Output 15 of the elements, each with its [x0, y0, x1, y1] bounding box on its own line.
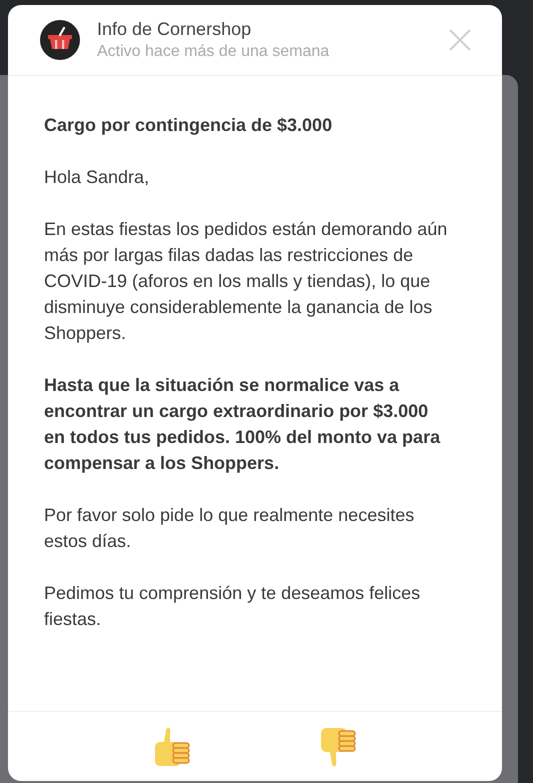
message-paragraph: En estas fiestas los pedidos están demorando aún más por largas filas dadas las restricciones de COVID-19 (aforos en los malls y tiendas), lo que disminuye considerablemente la ganancia de los Shoppers.	[44, 218, 448, 345]
close-icon	[448, 28, 472, 52]
thumbs-up-icon	[153, 726, 191, 768]
thumbs-down-button[interactable]	[319, 726, 357, 768]
chat-title: Info de Cornershop	[97, 19, 252, 40]
message-paragraph: Hola Sandra,	[44, 166, 150, 189]
message-paragraph: Pedimos tu comprensión y te deseamos felices fiestas.	[44, 582, 422, 631]
message-paragraph: Por favor solo pide lo que realmente necesites estos días.	[44, 504, 416, 553]
thumbs-down-icon	[319, 726, 357, 768]
basket-logo-icon	[40, 20, 80, 60]
status-text: Activo hace más de una semana	[97, 43, 330, 61]
close-button[interactable]	[448, 28, 472, 52]
thumbs-up-button[interactable]	[153, 726, 191, 768]
message-heading: Cargo por contingencia de $3.000	[44, 114, 334, 137]
message-paragraph: Hasta que la situación se normalice vas a encontrar un cargo extraordinario por $3.000 en todos tus pedidos. 100% del monto va para compensar a los Shoppers.	[44, 374, 442, 475]
